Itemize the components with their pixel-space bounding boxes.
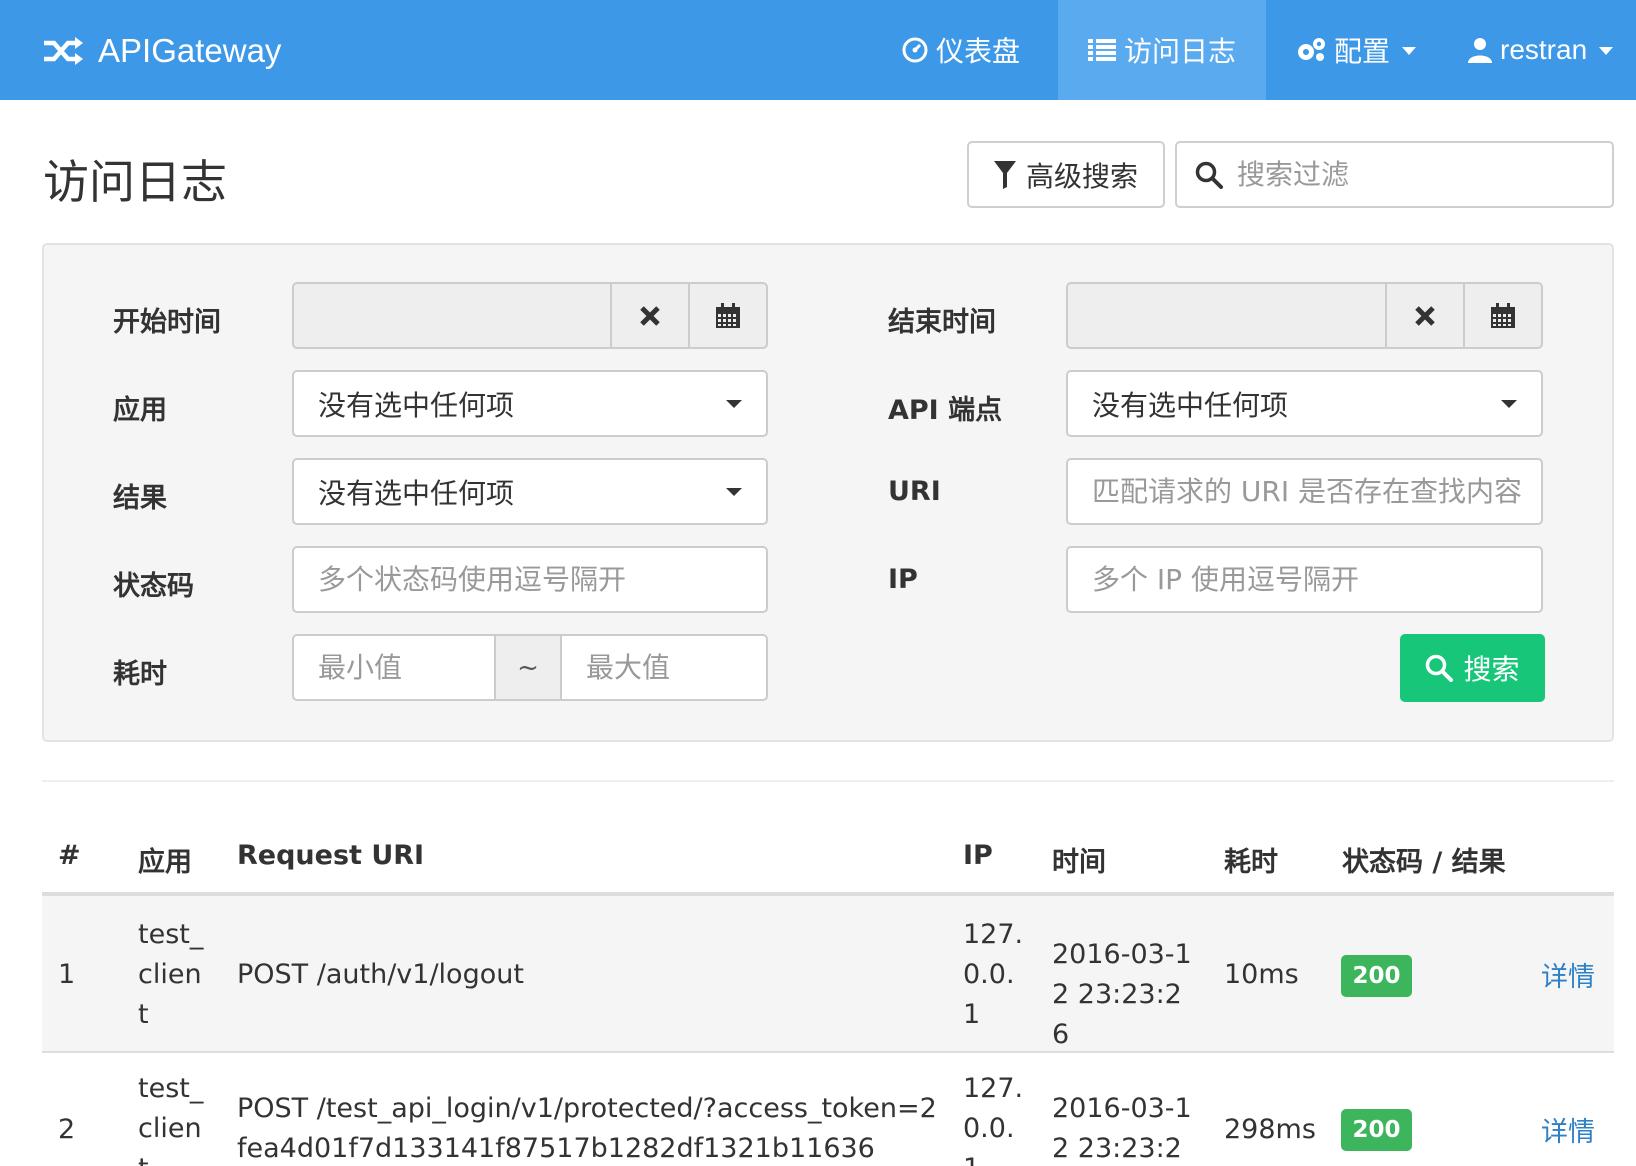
- col-index: #: [58, 840, 81, 871]
- status-code-input[interactable]: [318, 563, 766, 596]
- col-status-result: 状态码 / 结果: [1342, 847, 1506, 878]
- col-app: 应用: [138, 847, 192, 878]
- row-index: 1: [58, 959, 76, 990]
- row-time: 2016-03-12 23:23:26: [1052, 939, 1192, 1050]
- advanced-search-label: 高级搜索: [1025, 159, 1138, 193]
- result-select[interactable]: 没有选中任何项: [292, 458, 768, 525]
- calendar-icon: [1491, 302, 1515, 328]
- uri-input[interactable]: [1092, 475, 1541, 508]
- calendar-icon: [716, 302, 740, 328]
- uri-label: URI: [888, 476, 941, 507]
- top-navbar: APIGateway 仪表盘 访问日志 配置 restran: [0, 0, 1636, 100]
- status-badge: 200: [1341, 955, 1412, 997]
- ip-field: [1066, 546, 1543, 613]
- app-label: 应用: [113, 395, 167, 426]
- nav-dashboard-label: 仪表盘: [936, 36, 1021, 67]
- row-details-link[interactable]: 详情: [1541, 955, 1595, 994]
- row-rule: [42, 1051, 1614, 1053]
- shuffle-icon: [44, 37, 83, 65]
- row-details-link[interactable]: 详情: [1541, 1110, 1595, 1149]
- chevron-down-icon: [726, 487, 742, 496]
- row-ip: 127.0.0.1: [963, 1073, 1024, 1166]
- endpoint-select[interactable]: 没有选中任何项: [1066, 370, 1543, 437]
- ip-label: IP: [888, 564, 918, 595]
- list-icon: [1087, 39, 1116, 61]
- nav-dashboard[interactable]: 仪表盘: [902, 0, 1062, 100]
- advanced-search-button[interactable]: 高级搜索: [967, 141, 1165, 208]
- uri-field: [1066, 458, 1543, 525]
- chevron-down-icon: [1599, 47, 1614, 55]
- col-ip: IP: [963, 840, 993, 871]
- row-app: test_client: [138, 1073, 204, 1166]
- search-button-label: 搜索: [1463, 653, 1520, 686]
- nav-config[interactable]: 配置: [1296, 0, 1426, 100]
- close-icon: [640, 305, 660, 326]
- status-code-field: [292, 546, 768, 613]
- col-request-uri: Request URI: [237, 840, 425, 871]
- search-button[interactable]: 搜索: [1400, 634, 1545, 702]
- app-select-value: 没有选中任何项: [318, 388, 515, 422]
- chevron-down-icon: [1402, 47, 1417, 55]
- status-code-label: 状态码: [113, 571, 194, 602]
- nav-config-label: 配置: [1334, 36, 1391, 67]
- end-time-input[interactable]: [1068, 284, 1385, 347]
- brand-name: APIGateway: [98, 32, 282, 69]
- nav-user-label: restran: [1500, 34, 1588, 65]
- end-time-clear-button[interactable]: [1385, 284, 1463, 347]
- chevron-down-icon: [1501, 399, 1517, 408]
- col-time: 时间: [1052, 847, 1106, 878]
- elapsed-max-input[interactable]: [586, 651, 766, 684]
- result-label: 结果: [113, 483, 167, 514]
- nav-access-log[interactable]: 访问日志: [1058, 0, 1266, 100]
- search-icon: [1195, 161, 1223, 189]
- end-time-calendar-button[interactable]: [1463, 284, 1541, 347]
- start-time-label: 开始时间: [113, 307, 221, 338]
- row-elapsed: 10ms: [1224, 959, 1299, 990]
- end-time-field: [1066, 282, 1543, 349]
- elapsed-range: ~: [292, 634, 768, 701]
- row-time: 2016-03-12 23:23:25: [1052, 1093, 1192, 1164]
- result-select-value: 没有选中任何项: [318, 476, 515, 510]
- start-time-calendar-button[interactable]: [688, 284, 766, 347]
- row-uri: POST /auth/v1/logout: [237, 959, 524, 990]
- nav-user-menu[interactable]: restran: [1468, 0, 1628, 100]
- chevron-down-icon: [726, 399, 742, 408]
- dashboard-icon: [902, 37, 928, 63]
- gears-icon: [1298, 38, 1325, 61]
- elapsed-min-input[interactable]: [318, 651, 494, 684]
- row-app: test_client: [138, 919, 204, 1030]
- start-time-clear-button[interactable]: [610, 284, 688, 347]
- page-title: 访问日志: [43, 155, 227, 209]
- elapsed-label: 耗时: [113, 659, 167, 690]
- filter-icon: [993, 160, 1016, 189]
- quick-search: [1175, 141, 1614, 208]
- row-ip: 127.0.0.1: [963, 919, 1024, 1030]
- app-select[interactable]: 没有选中任何项: [292, 370, 768, 437]
- range-separator: ~: [494, 636, 562, 699]
- divider: [42, 780, 1614, 782]
- row-uri: POST /test_api_login/v1/protected/?acces…: [237, 1093, 937, 1164]
- endpoint-label: API 端点: [888, 395, 1003, 426]
- ip-input[interactable]: [1092, 563, 1541, 596]
- user-icon: [1468, 38, 1492, 63]
- col-elapsed: 耗时: [1224, 847, 1278, 878]
- quick-search-input[interactable]: [1237, 158, 1607, 191]
- search-icon: [1426, 654, 1454, 682]
- row-elapsed: 298ms: [1224, 1114, 1316, 1145]
- start-time-input[interactable]: [294, 284, 610, 347]
- close-icon: [1415, 305, 1435, 326]
- row-index: 2: [58, 1114, 76, 1145]
- nav-access-log-label: 访问日志: [1123, 36, 1236, 67]
- brand[interactable]: APIGateway: [42, 27, 281, 75]
- end-time-label: 结束时间: [888, 307, 996, 338]
- start-time-field: [292, 282, 768, 349]
- status-badge: 200: [1341, 1109, 1412, 1151]
- endpoint-select-value: 没有选中任何项: [1092, 388, 1289, 422]
